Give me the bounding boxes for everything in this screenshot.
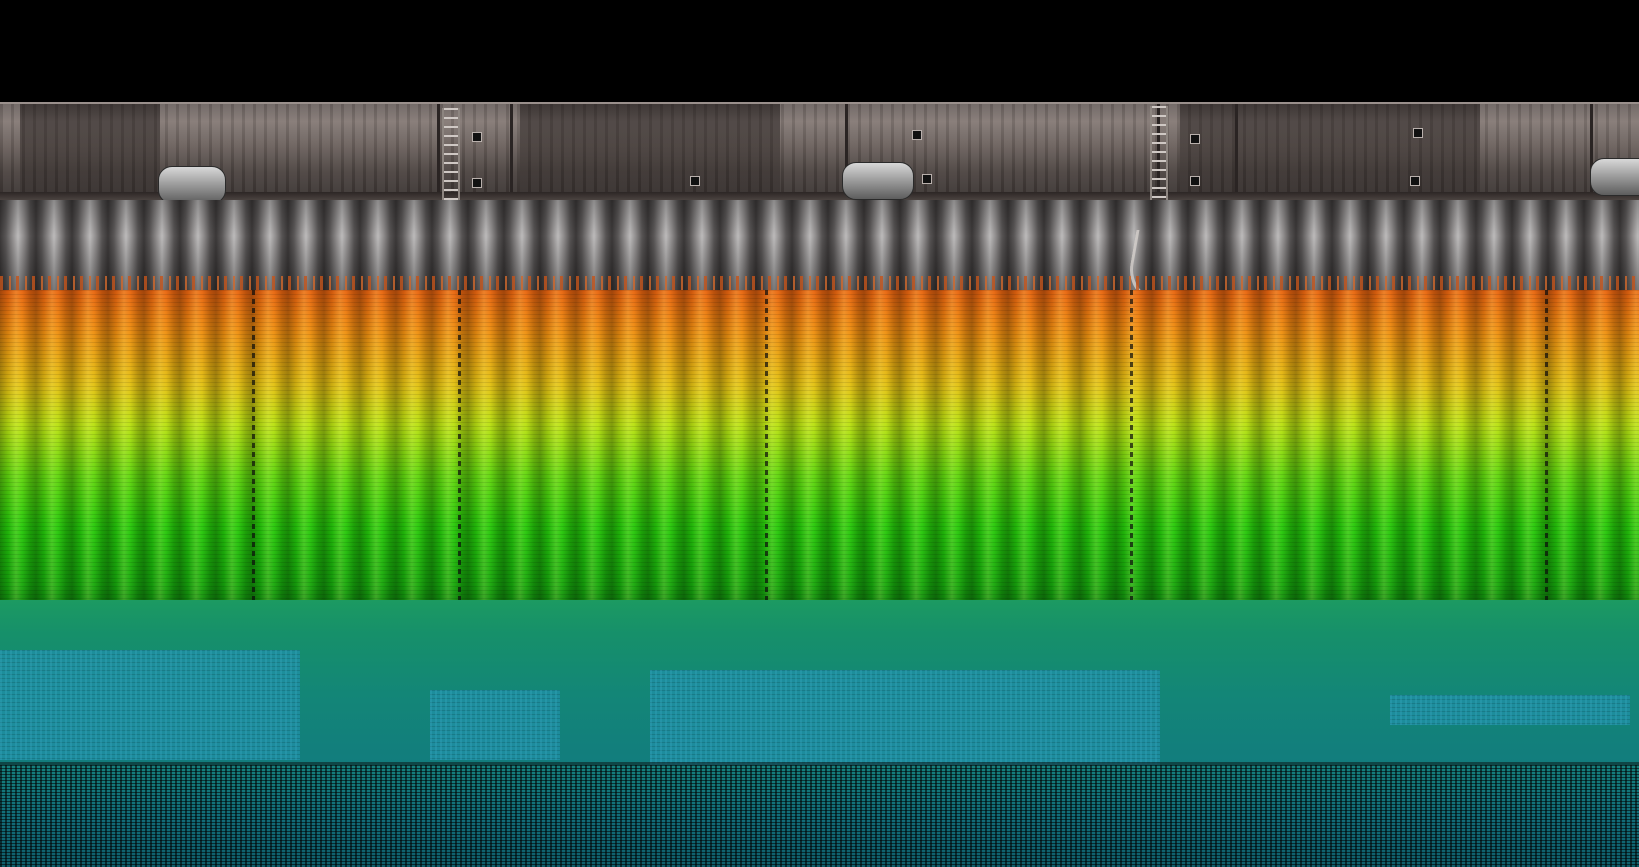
pile-seam <box>765 290 768 615</box>
cap-hole <box>1190 134 1200 144</box>
waterline-band <box>0 276 1639 290</box>
cap-hole <box>1413 128 1423 138</box>
cap-hole <box>472 178 482 188</box>
cap-hole <box>922 174 932 184</box>
seabed-scour-patch <box>1390 695 1630 725</box>
cap-hole <box>472 132 482 142</box>
concrete-stain <box>1180 104 1480 194</box>
cylindrical-fender <box>842 162 914 200</box>
sonar-scan-lines <box>0 290 1639 610</box>
cap-hole <box>912 130 922 140</box>
cap-hole <box>1190 176 1200 186</box>
cap-hole <box>1410 176 1420 186</box>
pile-seam <box>1545 290 1548 615</box>
cylindrical-fender <box>1590 158 1639 196</box>
seabed-far <box>0 765 1639 867</box>
cap-joint <box>437 104 440 200</box>
pile-seam <box>252 290 255 610</box>
cylindrical-fender <box>158 166 226 204</box>
point-cloud-scene <box>0 0 1639 867</box>
cap-joint <box>1235 104 1238 200</box>
concrete-stain <box>20 104 160 194</box>
pile-seam <box>1130 290 1133 610</box>
concrete-stain <box>520 104 780 194</box>
cap-joint <box>510 104 513 200</box>
pile-seam <box>458 290 461 620</box>
background-void <box>0 0 1639 104</box>
cap-beam-ledge <box>0 192 1639 200</box>
seabed-scour-patch <box>0 650 300 760</box>
seabed-scour-patch <box>430 690 560 760</box>
cap-hole <box>690 176 700 186</box>
